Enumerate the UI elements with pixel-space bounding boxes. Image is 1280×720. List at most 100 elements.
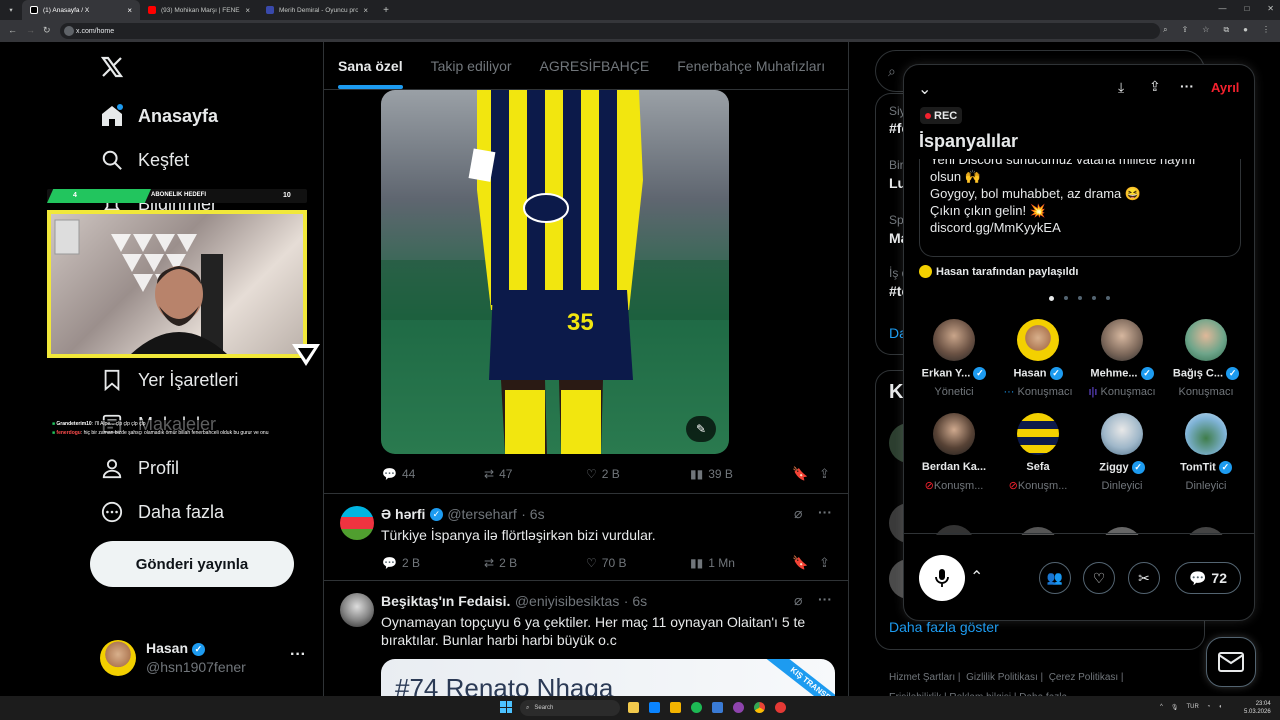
message-link[interactable]: discord.gg/MmKyykEA bbox=[930, 219, 1195, 236]
dot[interactable] bbox=[1049, 296, 1054, 301]
views-button[interactable]: ▮▮ 1 Mn bbox=[690, 556, 735, 570]
bookmark-button[interactable]: 🔖 bbox=[792, 466, 808, 482]
browser-tab-x[interactable]: (1) Anasayfa / X × bbox=[22, 0, 140, 20]
app-icon[interactable] bbox=[649, 702, 660, 713]
tweet-more-icon[interactable]: ··· bbox=[818, 504, 832, 520]
react-button[interactable]: ♡ bbox=[1083, 562, 1115, 594]
share-button[interactable]: ⇪ bbox=[819, 466, 830, 482]
app-icon[interactable] bbox=[628, 702, 639, 713]
tab-fenerbahce-muhafizlari[interactable]: Fenerbahçe Muhafızları bbox=[677, 58, 825, 74]
author-handle[interactable]: @eniyisibesiktas bbox=[515, 593, 619, 609]
post-image[interactable]: 35 ✎ bbox=[381, 90, 729, 454]
star-icon[interactable]: ☆ bbox=[1202, 25, 1209, 35]
avatar[interactable] bbox=[340, 593, 374, 627]
speaker-tile[interactable]: TomTit ✓ Dinleyici bbox=[1164, 413, 1248, 492]
close-window-icon[interactable]: ✕ bbox=[1267, 4, 1274, 13]
mic-button[interactable] bbox=[919, 555, 965, 601]
reload-icon[interactable]: ↻ bbox=[43, 25, 51, 36]
close-icon[interactable]: × bbox=[363, 6, 368, 15]
forward-icon[interactable]: → bbox=[26, 25, 35, 35]
reply-button[interactable]: 💬 2 B bbox=[382, 556, 420, 570]
close-icon[interactable]: × bbox=[127, 6, 132, 15]
replies-button[interactable]: 💬 72 bbox=[1175, 562, 1241, 594]
start-icon[interactable] bbox=[500, 701, 512, 713]
nav-item-home[interactable]: Anasayfa bbox=[100, 104, 218, 128]
nav-item-explore[interactable]: Keşfet bbox=[100, 148, 189, 172]
browser-tab-transfermarkt[interactable]: Merih Demiral - Oyuncu profili × bbox=[258, 0, 376, 20]
dot[interactable] bbox=[1092, 296, 1096, 300]
close-icon[interactable]: × bbox=[245, 6, 250, 15]
site-info-icon[interactable] bbox=[64, 26, 74, 36]
app-icon[interactable] bbox=[691, 702, 702, 713]
clock[interactable]: 23:04 5.03.2026 bbox=[1244, 700, 1271, 716]
share-icon[interactable]: ⇪ bbox=[1149, 78, 1161, 95]
show-more-link[interactable]: Daha fazla göster bbox=[889, 619, 999, 635]
app-icon[interactable] bbox=[775, 702, 786, 713]
views-button[interactable]: ▮▮ 39 B bbox=[690, 467, 733, 481]
dot[interactable] bbox=[1078, 296, 1082, 300]
language-indicator[interactable]: TUR bbox=[1186, 704, 1198, 711]
minimize-icon[interactable]: — bbox=[1218, 4, 1226, 13]
tab-for-you[interactable]: Sana özel bbox=[338, 58, 403, 89]
expand-chevron-icon[interactable]: ⌃ bbox=[970, 567, 983, 587]
new-tab-button[interactable]: + bbox=[376, 5, 396, 16]
speaker-tile[interactable]: Bağış C... ✓ Konuşmacı bbox=[1164, 319, 1248, 398]
footer-link[interactable]: Çerez Politikası bbox=[1049, 672, 1118, 683]
messages-button[interactable] bbox=[1206, 637, 1256, 687]
speaker-tile[interactable]: Mehme... ✓ ı|ı Konuşmacı bbox=[1080, 319, 1164, 398]
repost-button[interactable]: ⇄ 47 bbox=[484, 467, 512, 481]
like-button[interactable]: ♡ 2 B bbox=[586, 467, 620, 481]
zoom-icon[interactable]: ⌕ bbox=[1163, 25, 1167, 35]
collapse-chevron-icon[interactable]: ⌄ bbox=[918, 79, 931, 99]
share-icon[interactable]: ⇪ bbox=[1182, 25, 1189, 35]
grok-icon[interactable]: ⌀ bbox=[794, 505, 802, 522]
tab-following[interactable]: Takip ediliyor bbox=[431, 58, 512, 74]
app-icon[interactable] bbox=[733, 702, 744, 713]
bookmark-button[interactable]: 🔖 bbox=[792, 555, 808, 571]
leave-button[interactable]: Ayrıl bbox=[1211, 80, 1239, 95]
clip-button[interactable]: ✂ bbox=[1128, 562, 1160, 594]
tweet-time[interactable]: · 6s bbox=[521, 506, 544, 522]
share-button[interactable]: ⇪ bbox=[819, 555, 830, 571]
speaker-tile[interactable]: Erkan Y... ✓ Yönetici bbox=[912, 319, 996, 398]
speaker-tile[interactable]: Berdan Ka... ⊘Konuşm... bbox=[912, 413, 996, 492]
tray-up-icon[interactable]: ^ bbox=[1160, 704, 1163, 711]
maximize-icon[interactable]: □ bbox=[1244, 4, 1249, 13]
browser-tab-youtube[interactable]: (93) Mohikan Marşı | FENERBA × bbox=[140, 0, 258, 20]
tweet-time[interactable]: · 6s bbox=[624, 593, 647, 609]
tweet-card-image[interactable]: #74 Renato Nhaga KIŞ TRANSF bbox=[381, 659, 835, 696]
speaker-tile[interactable]: Ziggy ✓ Dinleyici bbox=[1080, 413, 1164, 492]
post-button[interactable]: Gönderi yayınla bbox=[90, 541, 294, 587]
pinned-message-card[interactable]: Yeni Discord sunucumuz vatana millete ha… bbox=[919, 159, 1241, 257]
volume-icon[interactable]: ◖ bbox=[1218, 704, 1222, 711]
author-name[interactable]: Ə hərfi bbox=[381, 506, 425, 522]
alt-text-icon[interactable]: ✎ bbox=[686, 416, 716, 442]
footer-link[interactable]: Gizlilik Politikası bbox=[966, 672, 1038, 683]
author-handle[interactable]: @terseharf bbox=[447, 506, 516, 522]
nav-item-bookmarks[interactable]: Yer İşaretleri bbox=[100, 368, 238, 392]
repost-button[interactable]: ⇄ 2 B bbox=[484, 556, 517, 570]
chrome-icon[interactable] bbox=[754, 702, 765, 713]
tab-agresifbahce[interactable]: AGRESİFBAHÇE bbox=[540, 58, 650, 74]
speaker-tile[interactable]: Sefa ⊘Konuşm... bbox=[996, 413, 1080, 492]
grok-icon[interactable]: ⌀ bbox=[794, 592, 802, 609]
reply-button[interactable]: 💬 44 bbox=[382, 467, 415, 481]
nav-item-more[interactable]: Daha fazla bbox=[100, 500, 224, 524]
nav-item-profile[interactable]: Profil bbox=[100, 456, 179, 480]
like-button[interactable]: ♡ 70 B bbox=[586, 556, 626, 570]
more-icon[interactable]: ··· bbox=[1180, 78, 1194, 94]
app-icon[interactable] bbox=[712, 702, 723, 713]
speaker-tile[interactable]: Hasan ✓ ··· Konuşmacı bbox=[996, 319, 1080, 398]
tweet-more-icon[interactable]: ··· bbox=[818, 591, 832, 607]
dot[interactable] bbox=[1064, 296, 1068, 300]
people-button[interactable]: 👥 bbox=[1039, 562, 1071, 594]
dot[interactable] bbox=[1106, 296, 1110, 300]
tab-search-icon[interactable]: ▾ bbox=[0, 6, 22, 14]
x-logo-icon[interactable] bbox=[100, 55, 124, 84]
app-icon[interactable] bbox=[670, 702, 681, 713]
taskbar-search[interactable]: ⌕ Search bbox=[520, 700, 620, 716]
mic-tray-icon[interactable]: 🎙 bbox=[1171, 704, 1179, 711]
account-more-icon[interactable]: ··· bbox=[290, 646, 306, 664]
profile-avatar-icon[interactable]: ● bbox=[1243, 25, 1248, 35]
back-icon[interactable]: ← bbox=[8, 25, 17, 35]
